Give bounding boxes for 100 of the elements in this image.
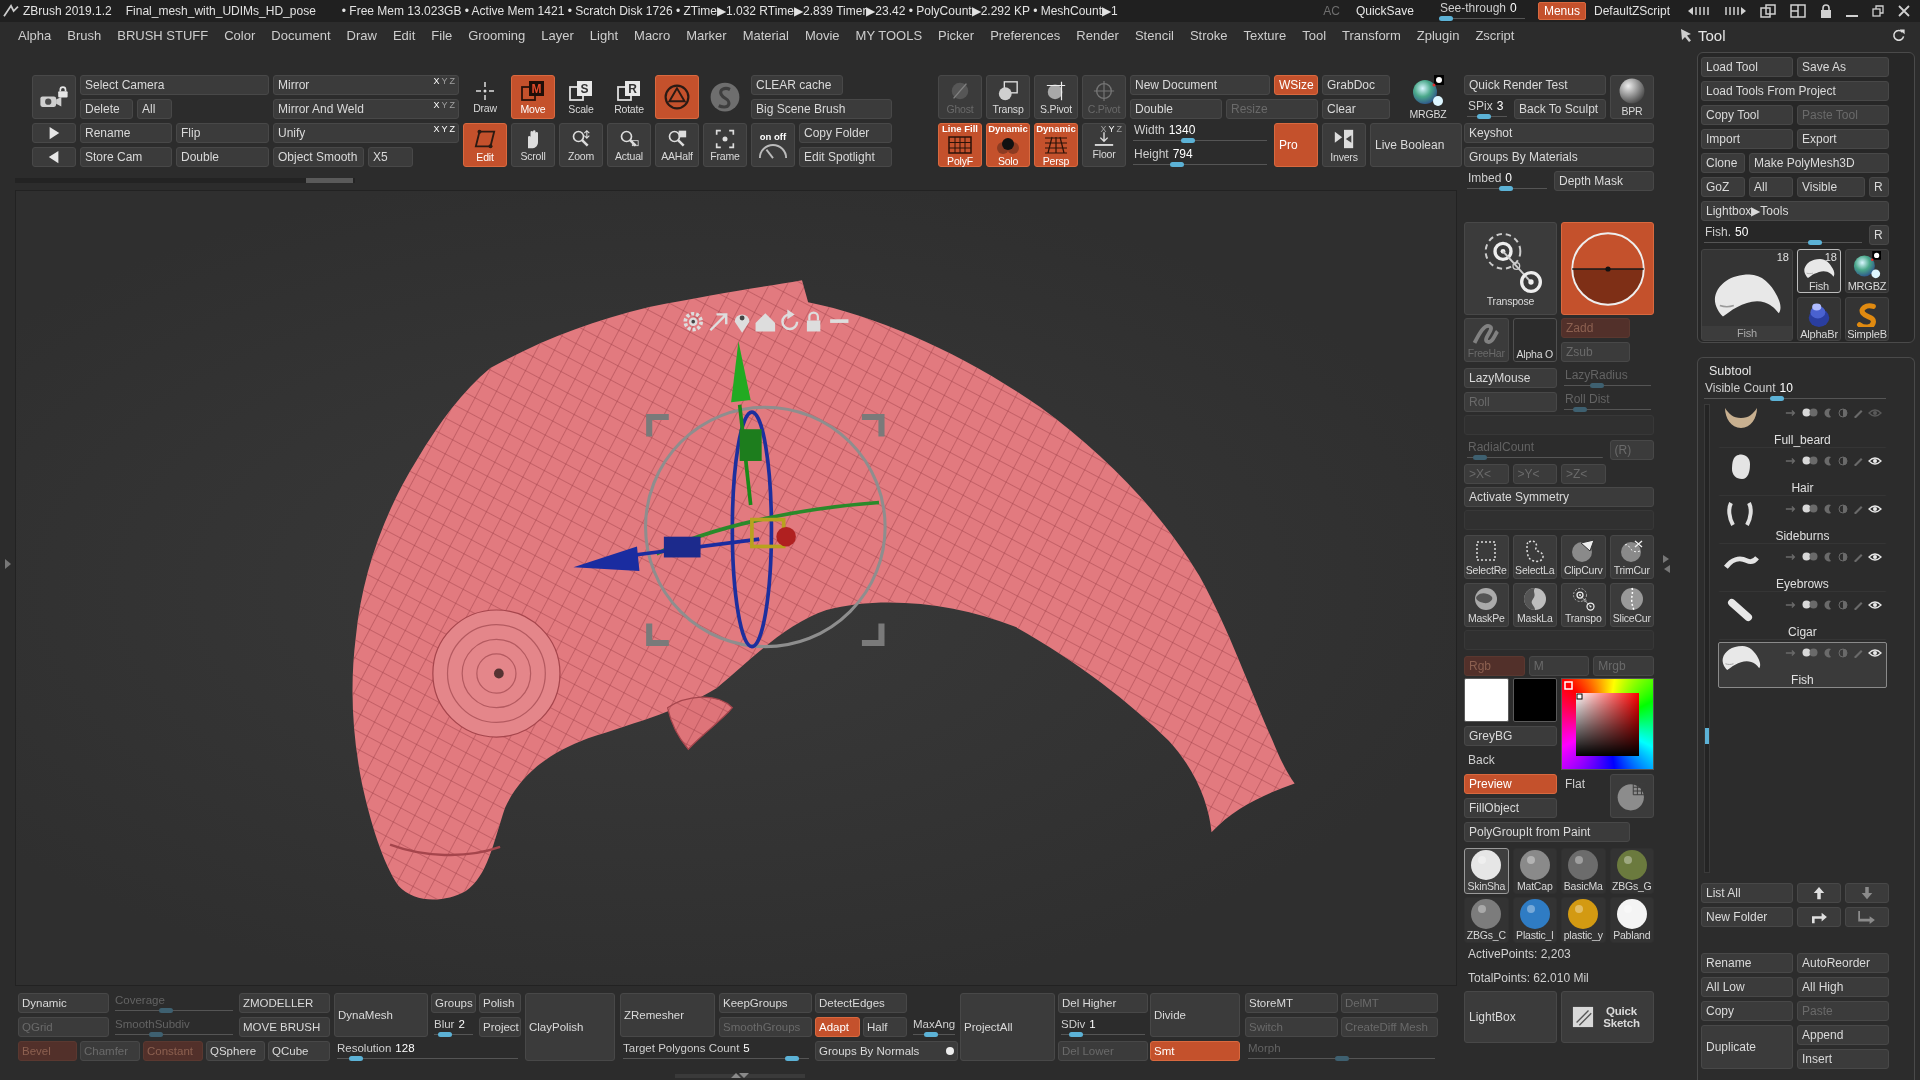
shelf-button[interactable]: Copy Tool — [1701, 105, 1793, 125]
shelf-button[interactable]: PolyGroupIt from Paint — [1464, 822, 1630, 842]
shelf-button[interactable]: Make PolyMesh3D — [1749, 153, 1889, 173]
shelf-button[interactable]: List All — [1701, 883, 1793, 903]
shelf-button[interactable]: Load Tool — [1701, 57, 1793, 77]
shelf-button[interactable]: Mirror And Weld X Y Z — [273, 99, 459, 119]
home-icon[interactable] — [755, 313, 776, 332]
shelf-button[interactable]: Depth Mask — [1554, 171, 1654, 191]
shelf-button[interactable]: Copy Folder — [799, 123, 892, 143]
shelf-button[interactable]: DynaMesh — [334, 993, 428, 1037]
shelf-button[interactable]: Pro — [1274, 123, 1318, 167]
slider-track[interactable] — [1438, 16, 1525, 21]
menu-item[interactable]: Brush — [59, 27, 110, 43]
slider-thumb[interactable] — [1499, 186, 1514, 191]
icon-button[interactable]: Alpha O — [1512, 318, 1557, 362]
slider[interactable]: MaxAng — [910, 1017, 958, 1037]
icon-button[interactable]: Frame — [703, 123, 747, 167]
menu-item[interactable]: Tool — [1294, 27, 1335, 43]
menu-item[interactable]: Zplugin — [1408, 27, 1468, 43]
shelf-button[interactable]: All Low — [1701, 977, 1793, 997]
icon-button[interactable]: Edit — [463, 123, 507, 167]
shelf-button[interactable]: StoreMT — [1245, 993, 1338, 1013]
shelf-button[interactable]: Rename — [80, 123, 172, 143]
subtool-item[interactable]: Cigar — [1717, 594, 1887, 640]
slider-thumb[interactable] — [1476, 114, 1491, 119]
icon-button[interactable]: M Move — [511, 75, 555, 119]
shelf-button[interactable]: Smt — [1150, 1041, 1240, 1061]
menu-item[interactable]: Light — [581, 27, 627, 43]
menu-item[interactable]: Picker — [930, 27, 983, 43]
material-button[interactable]: ZBGs_C — [1464, 897, 1509, 943]
lock-icon[interactable] — [806, 311, 821, 332]
slider[interactable]: Target Polygons Count 5 — [620, 1041, 812, 1061]
subtool-item[interactable]: Sideburns — [1717, 498, 1887, 544]
subtool-item[interactable]: Fish — [1717, 642, 1887, 688]
icon-button[interactable]: Draw — [463, 75, 507, 119]
material-button[interactable]: Plastic_l — [1512, 897, 1557, 943]
slider[interactable]: Width 1340 — [1130, 123, 1270, 143]
subtool-item[interactable]: Eyebrows — [1717, 546, 1887, 592]
icon-button[interactable]: X Y Z Floor — [1082, 123, 1126, 167]
slider[interactable]: See-through 0 — [1435, 1, 1528, 21]
shelf-button[interactable]: Groups — [431, 993, 476, 1013]
shelf-button[interactable]: Visible — [1797, 177, 1865, 197]
icon-button[interactable]: Actual — [607, 123, 651, 167]
shelf-button[interactable]: Dynamic — [18, 993, 109, 1013]
menu-item[interactable]: Transform — [1334, 27, 1409, 43]
shelf-button[interactable]: New Folder — [1701, 907, 1793, 927]
tool-thumbnail[interactable]: MRGBZ — [1845, 249, 1889, 293]
menu-item[interactable]: Preferences — [982, 27, 1069, 43]
axis-toggle[interactable]: Z — [449, 125, 455, 134]
menu-item[interactable]: Movie — [796, 27, 848, 43]
shelf-scrollbar[interactable] — [15, 178, 355, 183]
icon-button[interactable]: Line Fill PolyF — [938, 123, 982, 167]
axis-toggle[interactable]: Y — [1108, 125, 1115, 134]
icon-button[interactable]: on off — [751, 123, 795, 167]
shelf-button[interactable]: Clear — [1322, 99, 1390, 119]
tool-thumbnail[interactable]: 18 Fish — [1797, 249, 1841, 293]
material-button[interactable]: plastic_y — [1561, 897, 1606, 943]
shelf-button[interactable]: Save As — [1797, 57, 1889, 77]
icon-button[interactable]: MaskPe — [1464, 583, 1509, 627]
slider[interactable]: Imbed 0 — [1464, 171, 1550, 191]
shelf-button[interactable]: GrabDoc — [1322, 75, 1390, 95]
tool-thumbnail[interactable]: 18 Fish — [1701, 249, 1793, 341]
subtool-scrollbar[interactable] — [1704, 404, 1710, 873]
icon-button[interactable] — [1797, 883, 1841, 903]
shelf-button[interactable]: ZMODELLER — [239, 993, 330, 1013]
shelf-button[interactable]: New Document — [1130, 75, 1270, 95]
shelf-button[interactable]: All — [1749, 177, 1793, 197]
tool-thumbnail[interactable]: AlphaBr — [1797, 297, 1841, 341]
axis-toggle[interactable]: X — [1100, 125, 1107, 134]
slider-thumb[interactable] — [1807, 240, 1822, 245]
slider[interactable]: SPix 3 — [1464, 99, 1510, 119]
axis-toggle[interactable]: Z — [449, 77, 455, 86]
menu-item[interactable]: Zscript — [1467, 27, 1523, 43]
material-button[interactable]: MatCap — [1512, 848, 1557, 894]
shelf-button[interactable]: ProjectAll — [960, 993, 1055, 1061]
shelf-button[interactable]: FillObject — [1464, 798, 1557, 818]
shelf-button[interactable]: Export — [1797, 129, 1889, 149]
shelf-button[interactable]: Big Scene Brush — [751, 99, 892, 119]
icon-button[interactable]: MaskLa — [1512, 583, 1557, 627]
menu-item[interactable]: Draw — [338, 27, 385, 43]
slider-thumb[interactable] — [784, 1056, 799, 1061]
slider-thumb[interactable] — [348, 1056, 363, 1061]
shelf-button[interactable]: DetectEdges — [815, 993, 907, 1013]
quicksave-button[interactable]: QuickSave — [1355, 4, 1414, 18]
shelf-button[interactable]: Project — [479, 1017, 521, 1037]
slider-thumb[interactable] — [1170, 162, 1185, 167]
menu-item[interactable]: MY TOOLS — [847, 27, 931, 43]
axis-toggle[interactable]: X — [433, 101, 440, 110]
material-button[interactable]: ZBGs_G — [1609, 848, 1654, 894]
shelf-button[interactable]: Flip — [176, 123, 269, 143]
shelf-button[interactable]: Insert — [1797, 1049, 1889, 1069]
axis-toggle[interactable]: X — [433, 77, 440, 86]
shelf-button[interactable]: Lightbox▶Tools — [1701, 201, 1889, 221]
menu-item[interactable]: Stencil — [1126, 27, 1182, 43]
shelf-button[interactable]: Polish — [479, 993, 521, 1013]
shelf-button[interactable]: Copy — [1701, 1001, 1793, 1021]
settings-icon[interactable] — [683, 311, 703, 332]
menu-item[interactable]: Alpha — [10, 27, 60, 43]
slider[interactable]: Blur 2 — [431, 1017, 476, 1037]
shelf-button[interactable]: Duplicate — [1701, 1025, 1793, 1069]
